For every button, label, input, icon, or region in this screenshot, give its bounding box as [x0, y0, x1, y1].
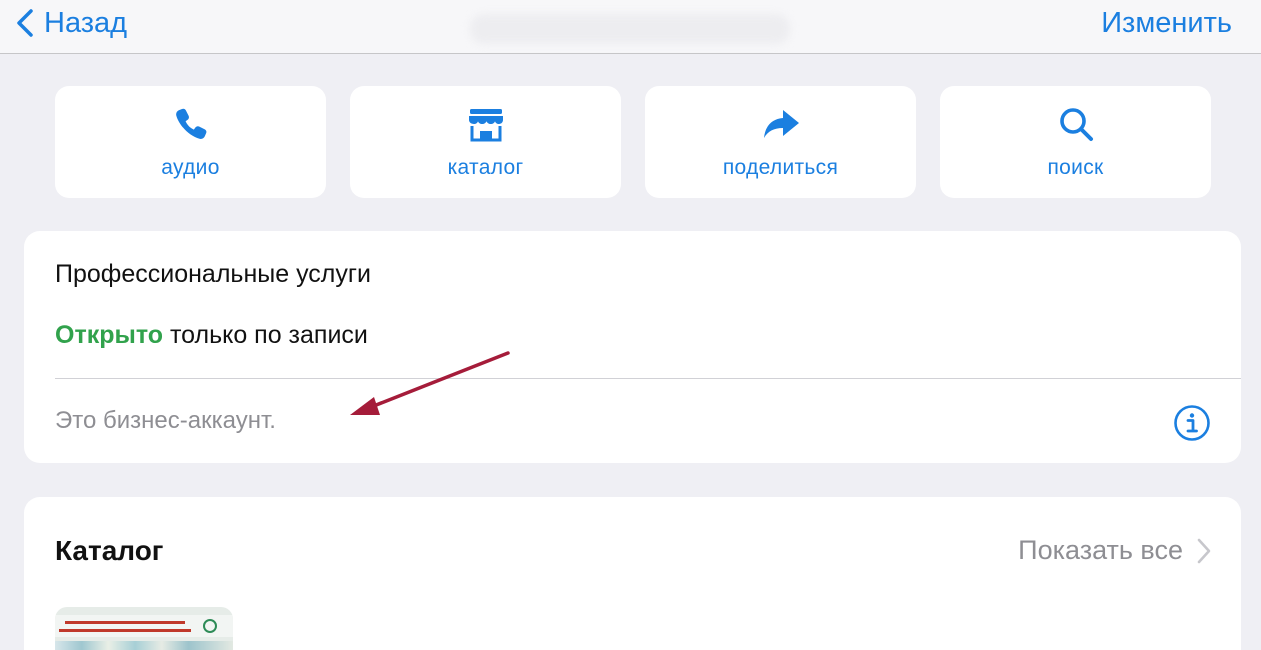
show-all-label: Показать все [1018, 535, 1183, 565]
business-hours[interactable]: Открыто только по записи [55, 321, 368, 350]
audio-label: аудио [161, 156, 220, 179]
share-label: поделиться [722, 156, 839, 179]
thumbnail-text-line [59, 629, 191, 632]
divider [55, 378, 1241, 379]
contact-info-page: Назад Изменить аудио каталог поделиться … [0, 0, 1261, 650]
catalog-button[interactable]: каталог [350, 86, 621, 198]
navigation-bar: Назад Изменить [0, 0, 1261, 54]
chevron-left-icon [17, 9, 33, 37]
back-label: Назад [44, 6, 128, 39]
thumbnail-image-strip [55, 641, 233, 650]
storefront-icon [350, 104, 621, 144]
catalog-card: Каталог Показать все [24, 497, 1241, 650]
show-all-link[interactable]: Показать все [1018, 535, 1211, 566]
open-status: Открыто [55, 321, 164, 349]
share-arrow-icon [645, 104, 916, 144]
share-button[interactable]: поделиться [645, 86, 916, 198]
business-account-note: Это бизнес-аккаунт. [55, 407, 276, 434]
thumbnail-logo [203, 619, 217, 633]
hours-text: только по записи [163, 321, 368, 349]
search-label: поиск [1047, 156, 1104, 179]
nav-title-blurred [470, 14, 790, 44]
business-category: Профессиональные услуги [55, 260, 371, 288]
chevron-right-icon [1197, 538, 1211, 563]
catalog-title: Каталог [55, 535, 164, 566]
edit-button[interactable]: Изменить [1101, 4, 1232, 42]
back-button[interactable]: Назад [14, 4, 127, 42]
business-info-card: Профессиональные услуги Открыто только п… [24, 231, 1241, 463]
catalog-label: каталог [447, 156, 524, 179]
search-button[interactable]: поиск [940, 86, 1211, 198]
catalog-item-thumbnail[interactable] [55, 607, 233, 650]
phone-icon [55, 104, 326, 144]
thumbnail-text-line [65, 621, 185, 624]
search-icon [940, 104, 1211, 144]
audio-call-button[interactable]: аудио [55, 86, 326, 198]
info-icon[interactable] [1172, 403, 1212, 443]
